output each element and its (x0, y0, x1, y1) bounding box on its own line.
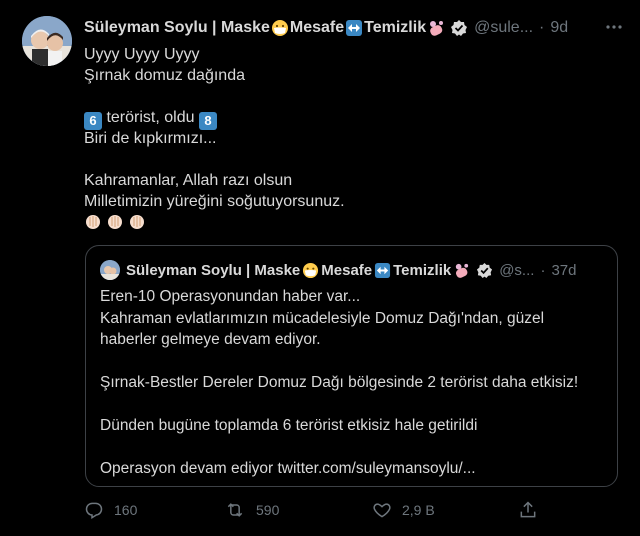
author-name-part2: Mesafe (289, 19, 345, 36)
separator-dot: · (540, 261, 546, 279)
author-handle[interactable]: @sule... (474, 19, 533, 37)
quoted-line: Şırnak-Bestler Dereler Domuz Dağı bölges… (100, 374, 579, 391)
like-count: 2,9 B (402, 502, 435, 518)
author-name[interactable]: Süleyman Soylu | Maske Mesafe Temizlik (84, 19, 446, 37)
tweet-line: Kahramanlar, Allah razı olsun (84, 172, 293, 189)
left-right-arrow-icon (374, 262, 391, 279)
keycap-six-icon: 6 (84, 111, 102, 130)
clapping-hands-icon (86, 215, 144, 229)
tweet-line-keycaps: 6 terörist, oldu 8 (84, 107, 604, 130)
tweet-line-text: terörist, oldu (106, 109, 199, 126)
tweet-text: Uyyy Uyyy Uyyy Şırnak domuz dağında 6 te… (84, 44, 604, 233)
quoted-author-name: Süleyman Soylu | Maske Mesafe Temizlik (126, 262, 472, 279)
quoted-line: haberler gelmeye devam ediyor. (100, 331, 321, 348)
quoted-handle: @s... (499, 261, 535, 279)
clapping-hands-row (84, 212, 604, 233)
quoted-text: Eren-10 Operasyonundan haber var... Kahr… (100, 286, 605, 480)
retweet-icon (227, 503, 243, 517)
author-name-part1: Süleyman Soylu | Maske (84, 19, 270, 36)
quoted-header: Süleyman Soylu | Maske Mesafe Temizlik @… (100, 258, 605, 282)
quoted-name-part3: Temizlik (393, 261, 452, 279)
quoted-avatar (100, 260, 120, 280)
reply-button[interactable]: 160 (84, 500, 224, 520)
verified-badge-icon (450, 19, 468, 37)
tweet-line: Biri de kıpkırmızı... (84, 130, 217, 147)
quoted-tweet[interactable]: Süleyman Soylu | Maske Mesafe Temizlik @… (85, 245, 618, 487)
heart-icon (373, 503, 391, 518)
separator-dot: · (539, 19, 545, 36)
quoted-line: Kahraman evlatlarımızın mücadelesiyle Do… (100, 309, 545, 327)
quoted-line: Operasyon devam ediyor twitter.com/suley… (100, 460, 476, 477)
left-right-arrow-icon (345, 19, 363, 37)
quoted-line: Dünden bugüne toplamda 6 terörist etkisi… (100, 417, 478, 434)
soap-icon (453, 262, 470, 279)
soap-icon (427, 19, 445, 37)
more-icon[interactable] (604, 17, 624, 42)
quoted-time: 37d (551, 261, 577, 279)
tweet-line: Uyyy Uyyy Uyyy (84, 46, 200, 63)
author-avatar[interactable] (22, 16, 72, 66)
tweet-actions: 160 590 2,9 B (84, 498, 544, 522)
share-button[interactable] (518, 500, 538, 520)
face-with-mask-icon (302, 262, 319, 279)
retweet-count: 590 (256, 502, 280, 518)
like-button[interactable]: 2,9 B (372, 500, 518, 520)
quoted-name-part1: Süleyman Soylu | Maske (126, 261, 301, 279)
tweet-line: Milletimizin yüreğini soğutuyorsunuz. (84, 193, 345, 210)
verified-badge-icon (476, 262, 493, 279)
reply-count: 160 (114, 502, 138, 518)
reply-icon (85, 502, 103, 520)
author-name-part3: Temizlik (364, 19, 427, 36)
face-with-mask-icon (271, 19, 289, 37)
tweet-header: Süleyman Soylu | Maske Mesafe Temizlik @… (84, 15, 624, 41)
tweet-time[interactable]: 9d (550, 19, 568, 37)
keycap-eight-icon: 8 (198, 111, 217, 130)
retweet-button[interactable]: 590 (224, 500, 372, 520)
quoted-name-part2: Mesafe (321, 261, 373, 279)
share-icon (520, 501, 536, 518)
tweet-line: Şırnak domuz dağında (84, 67, 245, 84)
quoted-line: Eren-10 Operasyonundan haber var... (100, 288, 361, 305)
tweet[interactable]: Süleyman Soylu | Maske Mesafe Temizlik @… (0, 0, 640, 536)
